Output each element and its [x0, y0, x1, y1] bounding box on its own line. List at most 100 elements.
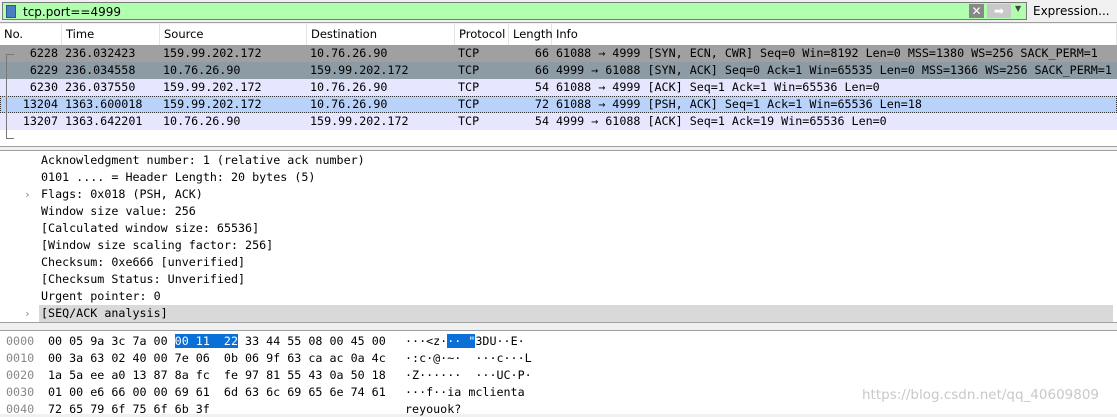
detail-text: [Calculated window size: 65536]	[41, 221, 260, 235]
column-header-time[interactable]: Time	[62, 24, 160, 45]
detail-text: Window size value: 256	[41, 204, 196, 218]
hex-bytes[interactable]: 01 00 e6 66 00 00 69 61 6d 63 6c 69 65 6…	[48, 384, 386, 400]
packet-list: No. Time Source Destination Protocol Len…	[0, 24, 1117, 147]
filter-text[interactable]: tcp.port==4999	[23, 5, 121, 19]
chevron-right-icon[interactable]: ›	[24, 305, 31, 322]
cell-dst: 10.76.26.90	[310, 97, 388, 111]
bytes-row: 0040 72 65 79 6f 75 6f 6b 3f reyouok?	[0, 401, 1117, 417]
detail-text: Checksum: 0xe666 [unverified]	[41, 255, 246, 269]
expression-button[interactable]: Expression...	[1033, 4, 1110, 18]
column-header-info[interactable]: Info	[552, 24, 1117, 45]
conversation-bracket	[6, 54, 14, 139]
cell-dst: 159.99.202.172	[310, 114, 409, 128]
ascii-bytes[interactable]: ·:c·@·~· ···c···L	[405, 350, 532, 366]
byte-offset: 0040	[6, 402, 35, 416]
column-header-protocol[interactable]: Protocol	[455, 24, 509, 45]
bookmark-icon[interactable]	[6, 5, 16, 18]
packet-row[interactable]: 6228 236.032423 159.99.202.172 10.76.26.90 T…	[0, 45, 1117, 62]
detail-item: Checksum: 0xe666 [unverified]	[0, 254, 1117, 271]
detail-text: Flags: 0x018 (PSH, ACK)	[41, 187, 203, 201]
clear-filter-icon[interactable]: ✕	[969, 4, 984, 18]
column-header-source[interactable]: Source	[160, 24, 307, 45]
detail-item: [Checksum Status: Unverified]	[0, 271, 1117, 288]
detail-item[interactable]: › Flags: 0x018 (PSH, ACK)	[0, 186, 1117, 203]
hex-bytes[interactable]: 1a 5a ee a0 13 87 8a fc fe 97 81 55 43 0…	[48, 367, 386, 383]
packet-row[interactable]: 6229 236.034558 10.76.26.90 159.99.202.172 T…	[0, 62, 1117, 79]
cell-src: 159.99.202.172	[163, 46, 262, 60]
cell-dst: 159.99.202.172	[310, 63, 409, 77]
cell-time: 1363.642201	[65, 114, 143, 128]
cell-proto: TCP	[458, 114, 480, 128]
ascii-bytes[interactable]: ·Z······ ···UC·P·	[405, 367, 532, 383]
ascii-text: ···<z·	[405, 334, 448, 348]
byte-offset: 0000	[6, 334, 35, 348]
cell-proto: TCP	[458, 46, 480, 60]
column-header-length[interactable]: Length	[509, 24, 553, 45]
cell-src: 10.76.26.90	[163, 63, 241, 77]
cell-info: 4999 → 61088 [SYN, ACK] Seq=0 Ack=1 Win=…	[556, 63, 1112, 77]
byte-offset: 0020	[6, 368, 35, 382]
cell-time: 1363.600018	[65, 97, 143, 111]
cell-len: 54	[534, 80, 549, 94]
hex-bytes[interactable]: 00 05 9a 3c 7a 00 00 11 22 33 44 55 08 0…	[48, 333, 386, 349]
cell-dst: 10.76.26.90	[310, 80, 388, 94]
chevron-down-icon[interactable]: ▼	[1015, 4, 1021, 13]
hex-highlight: 00 11 22	[174, 334, 239, 348]
cell-info: 61088 → 4999 [PSH, ACK] Seq=1 Ack=1 Win=…	[556, 97, 922, 111]
detail-text: Urgent pointer: 0	[41, 289, 161, 303]
hex-bytes[interactable]: 00 3a 63 02 40 00 7e 06 0b 06 9f 63 ca a…	[48, 350, 386, 366]
bytes-row: 0020 1a 5a ee a0 13 87 8a fc fe 97 81 55 …	[0, 367, 1117, 383]
detail-item[interactable]: › [SEQ/ACK analysis]	[0, 305, 1117, 322]
cell-src: 159.99.202.172	[163, 97, 262, 111]
cell-info: 61088 → 4999 [ACK] Seq=1 Ack=1 Win=65536…	[556, 80, 880, 94]
cell-proto: TCP	[458, 80, 480, 94]
ascii-highlight: ·· "	[447, 334, 476, 348]
bytes-row: 0010 00 3a 63 02 40 00 7e 06 0b 06 9f 63 …	[0, 350, 1117, 366]
display-filter-toolbar: tcp.port==4999 ✕ ➡ ▼ Expression...	[0, 0, 1117, 23]
cell-src: 159.99.202.172	[163, 80, 262, 94]
bytes-row: 0000 00 05 9a 3c 7a 00 00 11 22 33 44 55 …	[0, 333, 1117, 349]
detail-item: Window size value: 256	[0, 203, 1117, 220]
detail-item: Acknowledgment number: 1 (relative ack n…	[0, 152, 1117, 169]
ascii-bytes[interactable]: reyouok?	[405, 401, 461, 417]
detail-text: 0101 .... = Header Length: 20 bytes (5)	[41, 170, 316, 184]
watermark: https://blog.csdn.net/qq_40609809	[862, 387, 1100, 403]
cell-src: 10.76.26.90	[163, 114, 241, 128]
ascii-bytes[interactable]: ···<z··· "3DU··E·	[405, 333, 525, 349]
column-header-destination[interactable]: Destination	[307, 24, 455, 45]
hex-text: 00 05 9a 3c 7a 00	[48, 334, 175, 348]
cell-time: 236.034558	[65, 63, 136, 77]
hex-text: 33 44 55 08 00 45 00	[238, 334, 386, 348]
packet-row[interactable]: 6230 236.037550 159.99.202.172 10.76.26.90 T…	[0, 79, 1117, 96]
packet-row[interactable]: 13207 1363.642201 10.76.26.90 159.99.202.17…	[0, 113, 1117, 130]
ascii-bytes[interactable]: ···f··ia mclienta	[405, 384, 525, 400]
packet-details-pane: Acknowledgment number: 1 (relative ack n…	[0, 150, 1117, 323]
cell-time: 236.032423	[65, 46, 136, 60]
apply-filter-arrow-icon[interactable]: ➡	[987, 4, 1011, 18]
cell-proto: TCP	[458, 63, 480, 77]
column-header-no[interactable]: No.	[0, 24, 62, 45]
detail-text: [Checksum Status: Unverified]	[41, 272, 246, 286]
byte-offset: 0030	[6, 385, 35, 399]
detail-text: [Window size scaling factor: 256]	[41, 238, 274, 252]
cell-time: 236.037550	[65, 80, 136, 94]
cell-dst: 10.76.26.90	[310, 46, 388, 60]
cell-info: 4999 → 61088 [ACK] Seq=1 Ack=19 Win=6553…	[556, 114, 887, 128]
detail-text: [SEQ/ACK analysis]	[39, 305, 1113, 322]
detail-item: [Calculated window size: 65536]	[0, 220, 1117, 237]
cell-len: 66	[534, 63, 549, 77]
detail-item: [Window size scaling factor: 256]	[0, 237, 1117, 254]
packet-row[interactable]: 13204 1363.600018 159.99.202.172 10.76.26.9…	[0, 96, 1117, 113]
detail-item: 0101 .... = Header Length: 20 bytes (5)	[0, 169, 1117, 186]
cell-len: 66	[534, 46, 549, 60]
display-filter-input[interactable]: tcp.port==4999 ✕ ➡ ▼	[2, 2, 1027, 20]
detail-item: Urgent pointer: 0	[0, 288, 1117, 305]
ascii-text: 3DU··E·	[475, 334, 525, 348]
cell-len: 54	[534, 114, 549, 128]
detail-text: Acknowledgment number: 1 (relative ack n…	[41, 153, 365, 167]
cell-proto: TCP	[458, 97, 480, 111]
chevron-right-icon[interactable]: ›	[24, 186, 31, 203]
byte-offset: 0010	[6, 351, 35, 365]
hex-bytes[interactable]: 72 65 79 6f 75 6f 6b 3f	[48, 401, 210, 417]
cell-info: 61088 → 4999 [SYN, ECN, CWR] Seq=0 Win=8…	[556, 46, 1098, 60]
